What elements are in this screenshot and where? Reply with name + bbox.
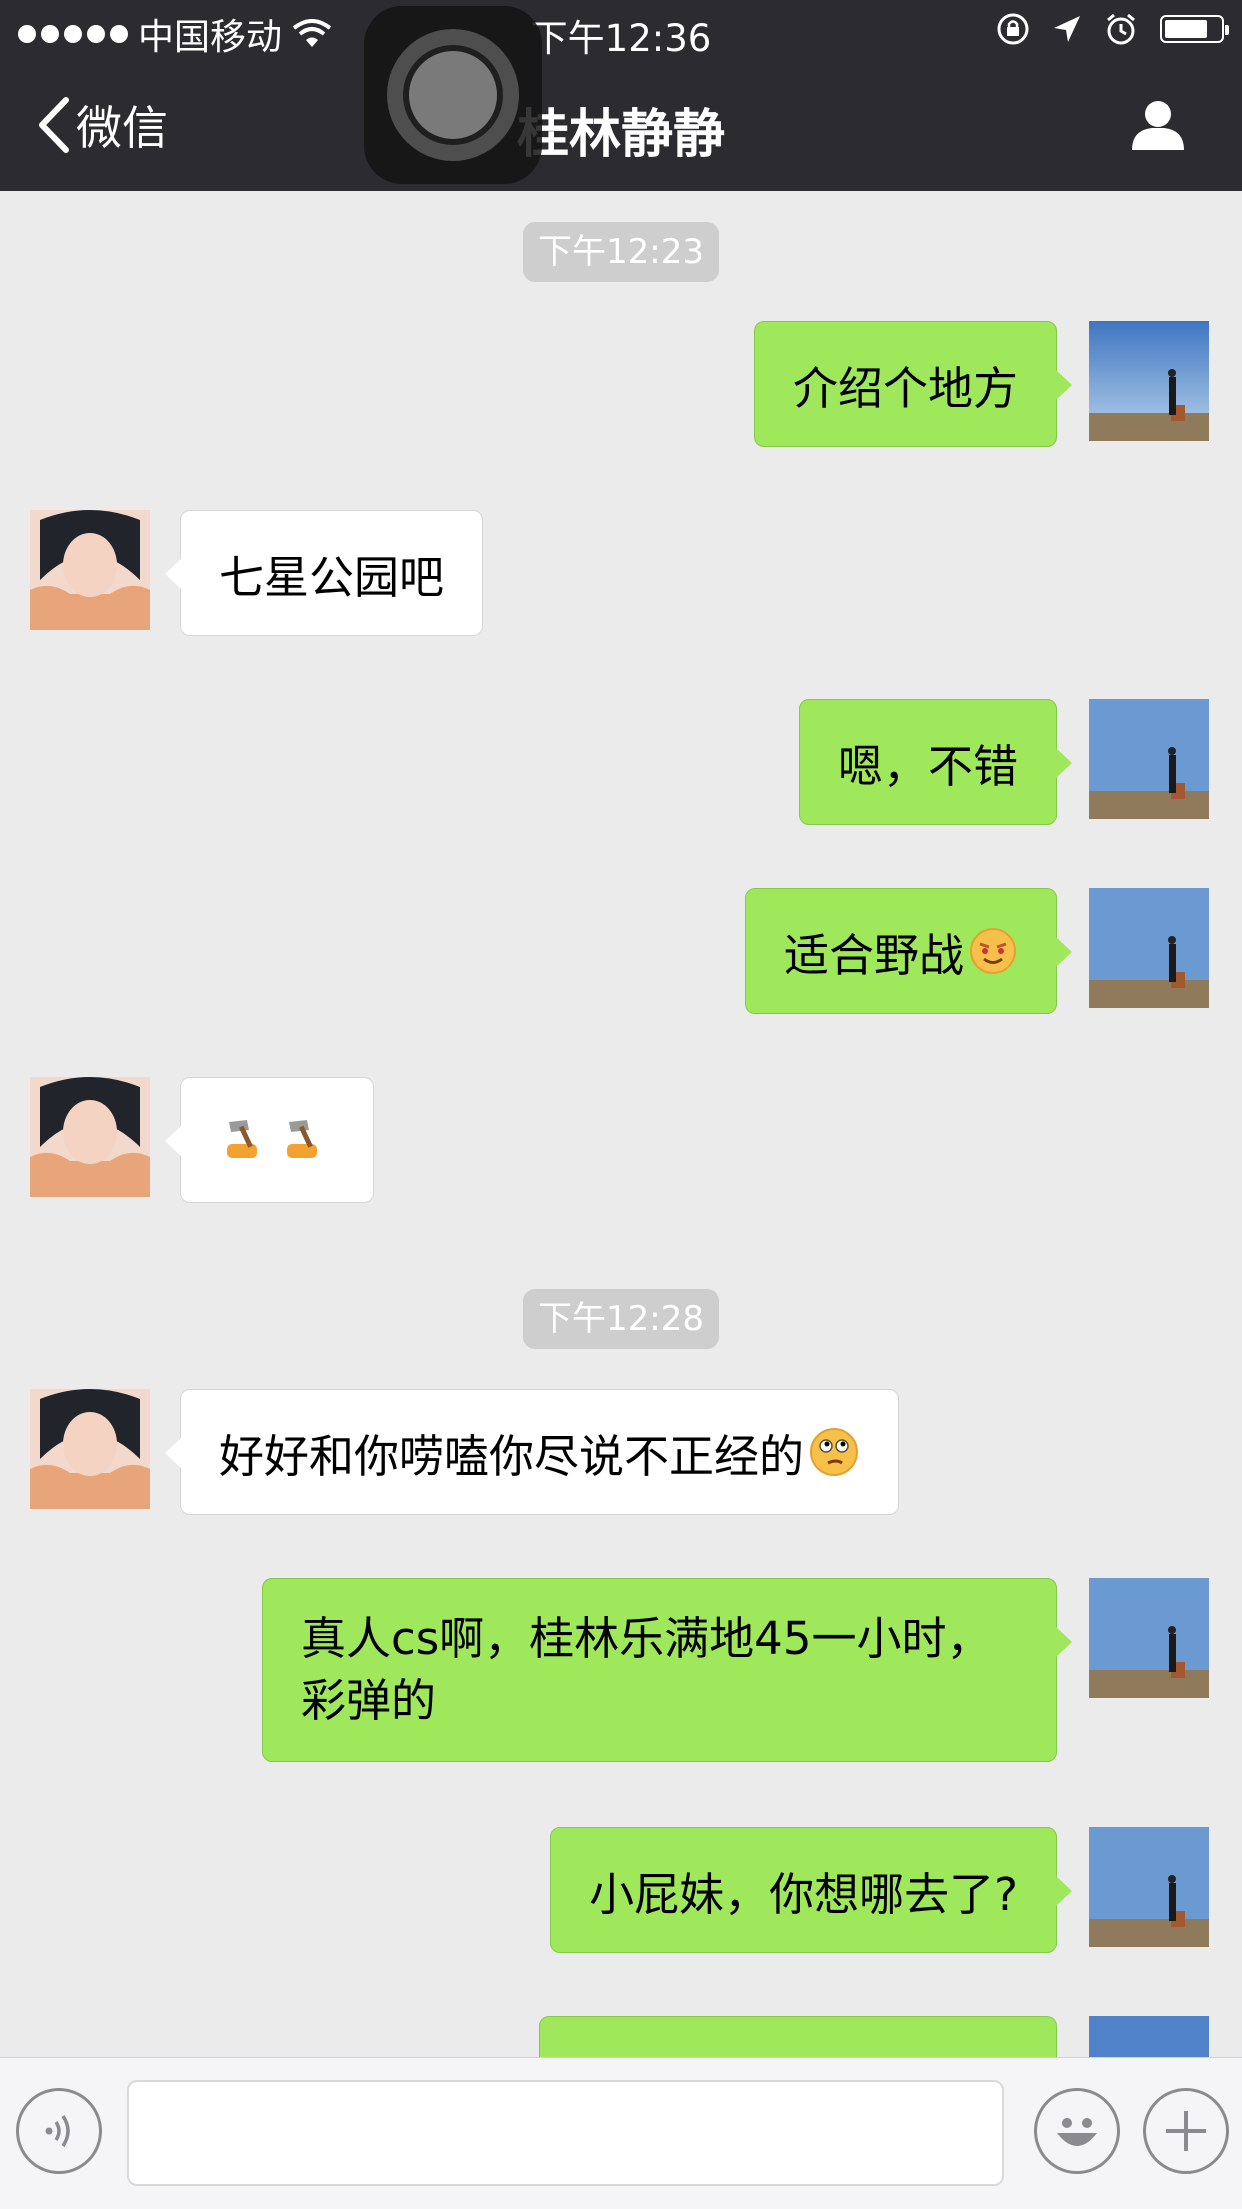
message-bubble-outgoing[interactable]: 嗯，不错	[798, 699, 1073, 825]
contact-avatar[interactable]	[30, 510, 150, 630]
battery-icon	[1160, 15, 1229, 43]
location-icon	[1054, 16, 1080, 42]
message-bubble-outgoing-partial[interactable]	[539, 2016, 1057, 2057]
input-bar	[0, 2057, 1242, 2209]
profile-button[interactable]	[1130, 98, 1186, 156]
message-bubble-incoming[interactable]	[165, 1077, 374, 1203]
message-bubble-outgoing[interactable]: 介绍个地方	[753, 321, 1073, 447]
hammer-emoji-icon	[287, 1120, 317, 1158]
message-text: 好好和你唠嗑你尽说不正经的	[219, 1429, 805, 1483]
emoji-button[interactable]	[1034, 2088, 1120, 2174]
message-text: 七星公园吧	[219, 550, 445, 604]
top-bar: 中国移动 下午12:36 微信 桂林静静	[0, 0, 1242, 191]
chat-title: 桂林静静	[516, 105, 725, 165]
nav-bar: 微信 桂林静静	[0, 62, 1242, 191]
message-bubble-incoming[interactable]: 七星公园吧	[164, 510, 484, 636]
profile-icon	[1132, 101, 1184, 150]
my-avatar[interactable]	[1089, 1578, 1209, 1698]
hammer-emoji-icon	[227, 1120, 257, 1158]
timestamp: 下午12:28	[523, 1289, 719, 1349]
more-button[interactable]	[1143, 2088, 1229, 2174]
angry-smile-emoji-icon	[970, 928, 1016, 974]
my-avatar[interactable]	[1089, 1827, 1209, 1947]
chat-area[interactable]: 下午12:23 介绍个地方 七星公园吧 嗯，不错 适合野战 下午12:28 好好…	[0, 191, 1242, 2057]
voice-icon	[45, 2115, 70, 2147]
message-text: 真人cs啊，桂林乐满地45一小时，彩弹的	[301, 1612, 992, 1727]
status-bar: 中国移动 下午12:36	[0, 0, 1242, 62]
message-bubble-outgoing[interactable]: 适合野战	[744, 888, 1073, 1014]
message-input[interactable]	[127, 2080, 1004, 2186]
my-avatar[interactable]	[1089, 699, 1209, 819]
lock-rotation-icon	[997, 13, 1029, 45]
thinking-emoji-icon	[810, 1428, 859, 1476]
message-text: 介绍个地方	[792, 361, 1018, 415]
message-bubble-outgoing[interactable]: 真人cs啊，桂林乐满地45一小时，彩弹的	[262, 1578, 1072, 1762]
plus-icon	[1166, 2111, 1206, 2151]
voice-button[interactable]	[16, 2088, 102, 2174]
message-text: 嗯，不错	[837, 739, 1018, 793]
message-bubble-incoming[interactable]: 好好和你唠嗑你尽说不正经的	[164, 1389, 900, 1515]
my-avatar[interactable]	[1089, 2016, 1209, 2057]
message-bubble-outgoing[interactable]: 小屁妹，你想哪去了?	[550, 1827, 1072, 1953]
message-text: 适合野战	[783, 928, 964, 982]
assistive-touch-button[interactable]	[364, 6, 542, 184]
message-text: 小屁妹，你想哪去了?	[589, 1867, 1018, 1921]
my-avatar[interactable]	[1089, 888, 1209, 1008]
timestamp: 下午12:23	[523, 222, 719, 282]
alarm-icon	[1107, 13, 1135, 45]
my-avatar[interactable]	[1089, 321, 1209, 441]
contact-avatar[interactable]	[30, 1077, 150, 1197]
contact-avatar[interactable]	[30, 1389, 150, 1509]
emoji-icon	[1057, 2118, 1097, 2146]
